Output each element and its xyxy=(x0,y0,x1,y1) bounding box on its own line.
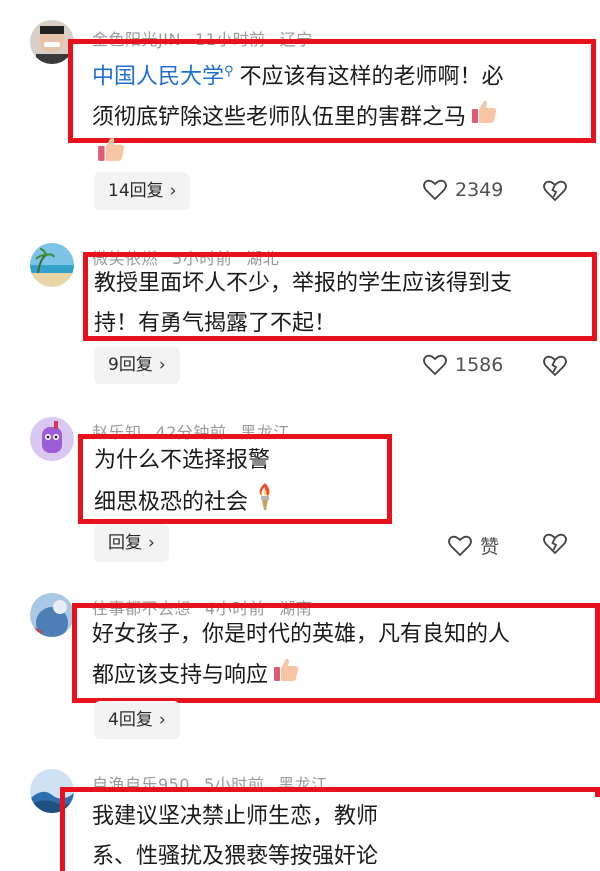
thumbs-up-emoji xyxy=(470,97,498,139)
keyword-link[interactable]: 中国人民大学 xyxy=(92,64,224,89)
text-fade xyxy=(418,797,600,871)
torch-emoji xyxy=(252,481,278,525)
like-button[interactable]: 2349 xyxy=(423,179,503,201)
broken-heart-icon[interactable] xyxy=(542,533,568,555)
heart-icon xyxy=(448,535,472,557)
like-count: 1586 xyxy=(455,354,504,376)
broken-heart-icon[interactable] xyxy=(542,180,568,202)
chevron-right-icon: › xyxy=(169,181,177,201)
chevron-right-icon: › xyxy=(158,710,166,730)
chevron-right-icon: › xyxy=(158,355,166,375)
like-count: 2349 xyxy=(455,179,504,201)
heart-icon xyxy=(423,179,447,201)
comment-text: 中国人民大学⚲ 不应该有这样的老师啊！必 须彻底铲除这些老师队伍里的害群之马 xyxy=(92,52,582,139)
search-icon[interactable]: ⚲ xyxy=(224,64,234,79)
reply-button[interactable]: 14回复 › xyxy=(94,172,191,210)
broken-heart-icon[interactable] xyxy=(542,355,568,377)
like-label: 赞 xyxy=(480,536,500,558)
like-button[interactable]: 1586 xyxy=(423,354,503,376)
like-button[interactable]: 赞 xyxy=(448,532,499,559)
reply-button[interactable]: 回复 › xyxy=(94,524,169,562)
comment-text: 教授里面坏人不少，举报的学生应该得到支 持！有勇气揭露了不起！ xyxy=(94,271,513,336)
comment-text: 为什么不选择报警 细思极恐的社会 xyxy=(94,441,384,525)
thumbs-up-emoji xyxy=(272,655,300,697)
chevron-right-icon: › xyxy=(148,533,155,553)
avatar[interactable] xyxy=(30,593,74,637)
heart-icon xyxy=(423,354,447,376)
reply-button[interactable]: 9回复 › xyxy=(94,346,180,384)
avatar[interactable] xyxy=(30,417,74,461)
avatar[interactable] xyxy=(30,243,74,287)
comment-text: 好女孩子，你是时代的英雄，凡有良知的人 都应该支持与响应 xyxy=(92,615,592,697)
thumbs-up-emoji xyxy=(96,133,126,167)
reply-button[interactable]: 4回复 › xyxy=(94,701,180,739)
